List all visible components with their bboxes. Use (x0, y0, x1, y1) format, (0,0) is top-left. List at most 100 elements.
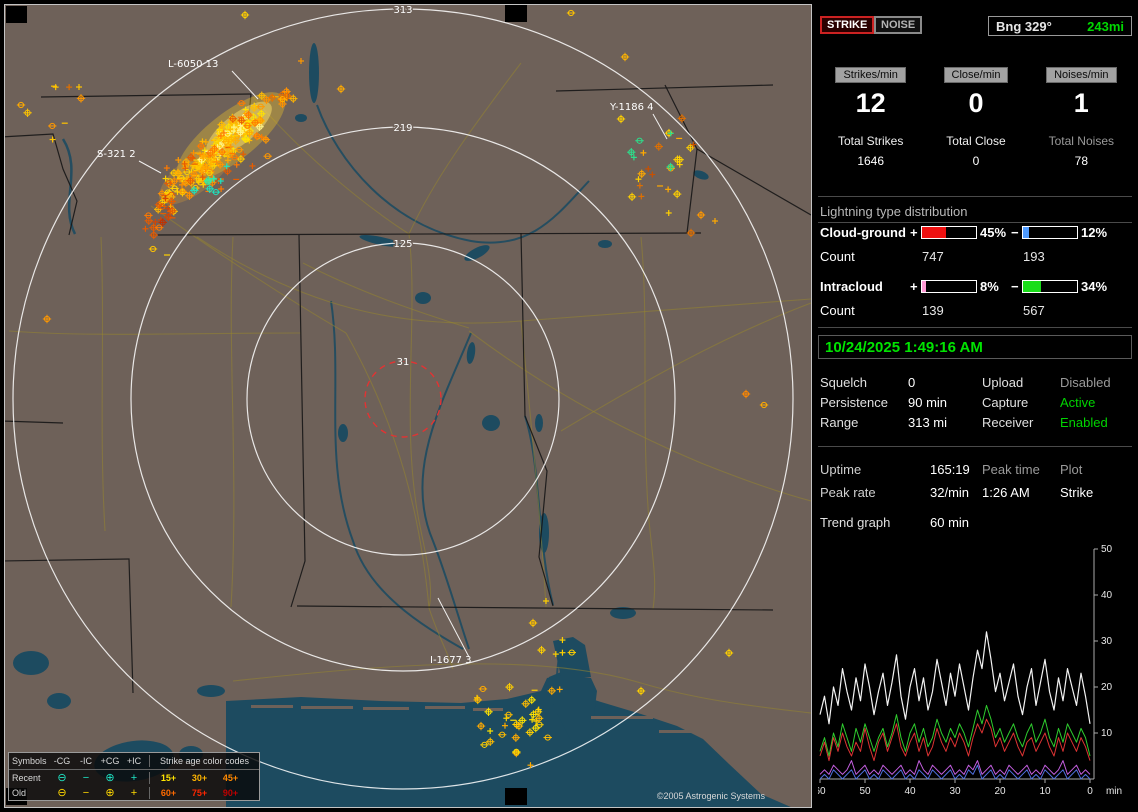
ic-minus-percent: 34% (1081, 279, 1108, 294)
trend-window-value: 60 min (930, 515, 970, 530)
svg-text:313: 313 (393, 5, 412, 16)
divider (818, 222, 1132, 223)
total-strikes-label: Total Strikes (837, 134, 904, 148)
squelch-value: 0 (908, 375, 916, 390)
squelch-label: Squelch (820, 375, 867, 390)
lightning-map[interactable]: L-6050 13 S-321 2 Y-1186 4 I-1677 3 313 219 12… (4, 4, 812, 808)
total-noises-label: Total Noises (1048, 134, 1114, 148)
svg-text:31: 31 (397, 357, 410, 368)
clock-box: 10/24/2025 1:49:16 AM (818, 335, 1132, 359)
strike-button[interactable]: STRIKE (820, 16, 875, 34)
minus-sign: − (1011, 279, 1019, 294)
svg-text:20: 20 (994, 786, 1006, 797)
legend-strike-symbol: ⊖ (57, 771, 67, 784)
panel-toolbar: STRIKE NOISE Bng 329° 243mi (818, 16, 1134, 38)
settings-row: Range 313 mi Receiver Enabled (818, 415, 1134, 433)
legend-age-code: 30+ (191, 772, 208, 783)
svg-text:20: 20 (1101, 682, 1113, 693)
svg-text:10: 10 (1039, 786, 1051, 797)
persistence-label: Persistence (820, 395, 888, 410)
svg-text:125: 125 (393, 239, 412, 250)
strikes-per-min-chip[interactable]: Strikes/min (835, 67, 906, 83)
svg-text:219: 219 (393, 123, 412, 134)
rate-chip-row: Strikes/min Close/min Noises/min (818, 66, 1134, 83)
legend-col-cg-plus: +CG (100, 756, 120, 766)
status-row: Peak rate 32/min 1:26 AM Strike (818, 485, 1134, 503)
date-time: 10/24/2025 1:49:16 AM (825, 338, 983, 356)
receiver-value: Enabled (1060, 415, 1108, 430)
total-noises-value: 78 (1074, 154, 1088, 168)
ic-plus-count: 139 (922, 303, 944, 318)
legend-age-code: 75+ (191, 787, 208, 798)
legend-col-ic-plus: +IC (126, 756, 142, 766)
range-value: 313 mi (908, 415, 948, 430)
svg-text:50: 50 (1101, 544, 1113, 555)
persistence-value: 90 min (908, 395, 948, 410)
total-close-label: Total Close (946, 134, 1006, 148)
close-per-min-chip[interactable]: Close/min (943, 67, 1009, 83)
cg-plus-percent: 45% (980, 225, 1007, 240)
ic-minus-bar (1022, 280, 1078, 293)
peak-rate-value: 32/min (930, 485, 970, 500)
svg-text:50: 50 (859, 786, 871, 797)
count-label: Count (820, 249, 855, 264)
legend-age-code: 15+ (160, 772, 177, 783)
strikes-per-min-value: 12 (855, 88, 886, 118)
total-value-row: 1646 0 78 (818, 154, 1134, 168)
cg-plus-count: 747 (922, 249, 944, 264)
close-per-min-value: 0 (968, 88, 984, 118)
map-legend: Symbols -CG -IC +CG +IC Strike age color… (8, 752, 260, 801)
legend-strike-symbol: − (82, 786, 90, 799)
legend-strike-symbol: + (130, 771, 138, 784)
divider (818, 327, 1132, 328)
plot-label: Plot (1060, 462, 1083, 477)
svg-text:Y-1186 4: Y-1186 4 (609, 102, 654, 113)
distribution-title: Lightning type distribution (820, 204, 968, 219)
legend-age-title: Strike age color codes (159, 756, 250, 766)
cg-plus-bar (921, 226, 977, 239)
legend-header-row: Symbols -CG -IC +CG +IC Strike age color… (9, 753, 259, 770)
rate-value-row: 12 0 1 (818, 88, 1134, 119)
legend-strike-symbol: ⊖ (57, 786, 67, 799)
ic-minus-count: 567 (1023, 303, 1045, 318)
upload-value: Disabled (1060, 375, 1111, 390)
copyright-text: ©2005 Astrogenic Systems (656, 791, 765, 801)
noise-button[interactable]: NOISE (874, 16, 923, 34)
svg-text:40: 40 (1101, 590, 1113, 601)
cg-minus-percent: 12% (1081, 225, 1108, 240)
legend-age-code: 90+ (222, 787, 239, 798)
cloud-ground-label: Cloud-ground (820, 225, 906, 240)
svg-text:10: 10 (1101, 728, 1113, 739)
legend-divider (149, 755, 150, 767)
receiver-label: Receiver (982, 415, 1034, 430)
total-label-row: Total Strikes Total Close Total Noises (818, 134, 1134, 148)
svg-text:0: 0 (1087, 786, 1093, 797)
total-strikes-value: 1646 (857, 154, 885, 168)
peak-time-label: Peak time (982, 462, 1040, 477)
legend-row-recent: Recent ⊖ − ⊕ +15+ 30+ 45+ (9, 770, 259, 785)
legend-strike-symbol: ⊕ (105, 786, 115, 799)
ic-plus-bar (921, 280, 977, 293)
map-canvas: L-6050 13 S-321 2 Y-1186 4 I-1677 3 313 219 12… (5, 5, 811, 807)
noises-per-min-chip[interactable]: Noises/min (1046, 67, 1117, 83)
cg-minus-count: 193 (1023, 249, 1045, 264)
intracloud-label: Intracloud (820, 279, 883, 294)
divider (818, 446, 1132, 447)
capture-label: Capture (982, 395, 1029, 410)
capture-value: Active (1060, 395, 1096, 410)
cloud-ground-count-row: Count 747 193 (818, 249, 1134, 265)
legend-strike-symbol: ⊕ (105, 771, 115, 784)
noises-per-min-value: 1 (1073, 88, 1089, 118)
uptime-label: Uptime (820, 462, 862, 477)
divider (818, 196, 1132, 197)
trend-graph-label: Trend graph (820, 515, 891, 530)
status-panel: STRIKE NOISE Bng 329° 243mi Strikes/min … (818, 6, 1134, 808)
minus-sign: − (1011, 225, 1019, 240)
svg-text:40: 40 (904, 786, 916, 797)
peak-time-value: 1:26 AM (982, 485, 1030, 500)
cg-minus-bar (1022, 226, 1078, 239)
legend-age-code: 60+ (160, 787, 177, 798)
svg-text:S-321 2: S-321 2 (97, 149, 136, 160)
settings-row: Squelch 0 Upload Disabled (818, 375, 1134, 393)
svg-text:min: min (1106, 786, 1122, 797)
